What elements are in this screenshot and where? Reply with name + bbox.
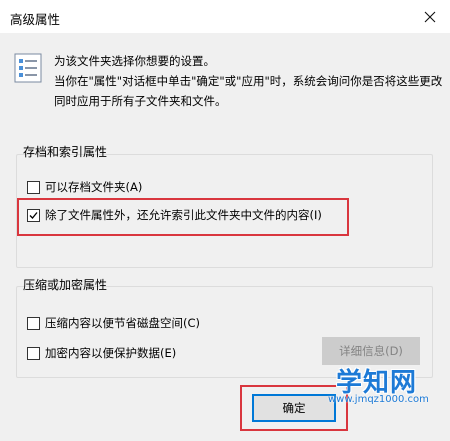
index-checkbox-row[interactable]: 除了文件属性外，还允许索引此文件夹中文件的内容(I) bbox=[27, 207, 322, 223]
close-icon bbox=[424, 11, 436, 22]
watermark-url: www.jmqz1000.com bbox=[328, 394, 429, 405]
index-checkbox[interactable] bbox=[27, 208, 40, 222]
title-bar: 高级属性 bbox=[0, 0, 450, 34]
archive-group-title: 存档和索引属性 bbox=[23, 145, 108, 159]
details-button[interactable]: 详细信息(D) bbox=[322, 337, 420, 365]
archive-label: 可以存档文件夹(A) bbox=[45, 180, 143, 194]
encrypt-checkbox[interactable] bbox=[27, 346, 40, 360]
compress-checkbox-row[interactable]: 压缩内容以便节省磁盘空间(C) bbox=[27, 315, 200, 331]
watermark: 学知网 www.jmqz1000.com bbox=[316, 362, 446, 407]
settings-list-icon bbox=[14, 53, 42, 83]
close-button[interactable] bbox=[410, 0, 450, 33]
intro-text: 为该文件夹选择你想要的设置。 当你在"属性"对话框中单击"确定"或"应用"时，系… bbox=[54, 51, 444, 111]
compress-label: 压缩内容以便节省磁盘空间(C) bbox=[45, 316, 201, 330]
window-title: 高级属性 bbox=[10, 12, 61, 27]
intro-line-1: 为该文件夹选择你想要的设置。 bbox=[54, 54, 215, 68]
archive-checkbox[interactable] bbox=[27, 180, 40, 194]
compress-checkbox[interactable] bbox=[27, 316, 40, 330]
encrypt-checkbox-row[interactable]: 加密内容以便保护数据(E) bbox=[27, 345, 176, 361]
encrypt-label: 加密内容以便保护数据(E) bbox=[45, 346, 177, 360]
index-label: 除了文件属性外，还允许索引此文件夹中文件的内容(I) bbox=[45, 208, 322, 222]
archive-checkbox-row[interactable]: 可以存档文件夹(A) bbox=[27, 179, 142, 195]
checkmark-icon bbox=[29, 211, 38, 219]
compress-group-title: 压缩或加密属性 bbox=[23, 278, 108, 292]
intro-line-2: 当你在"属性"对话框中单击"确定"或"应用"时，系统会询问你是否将这些更改同时应… bbox=[54, 74, 443, 108]
